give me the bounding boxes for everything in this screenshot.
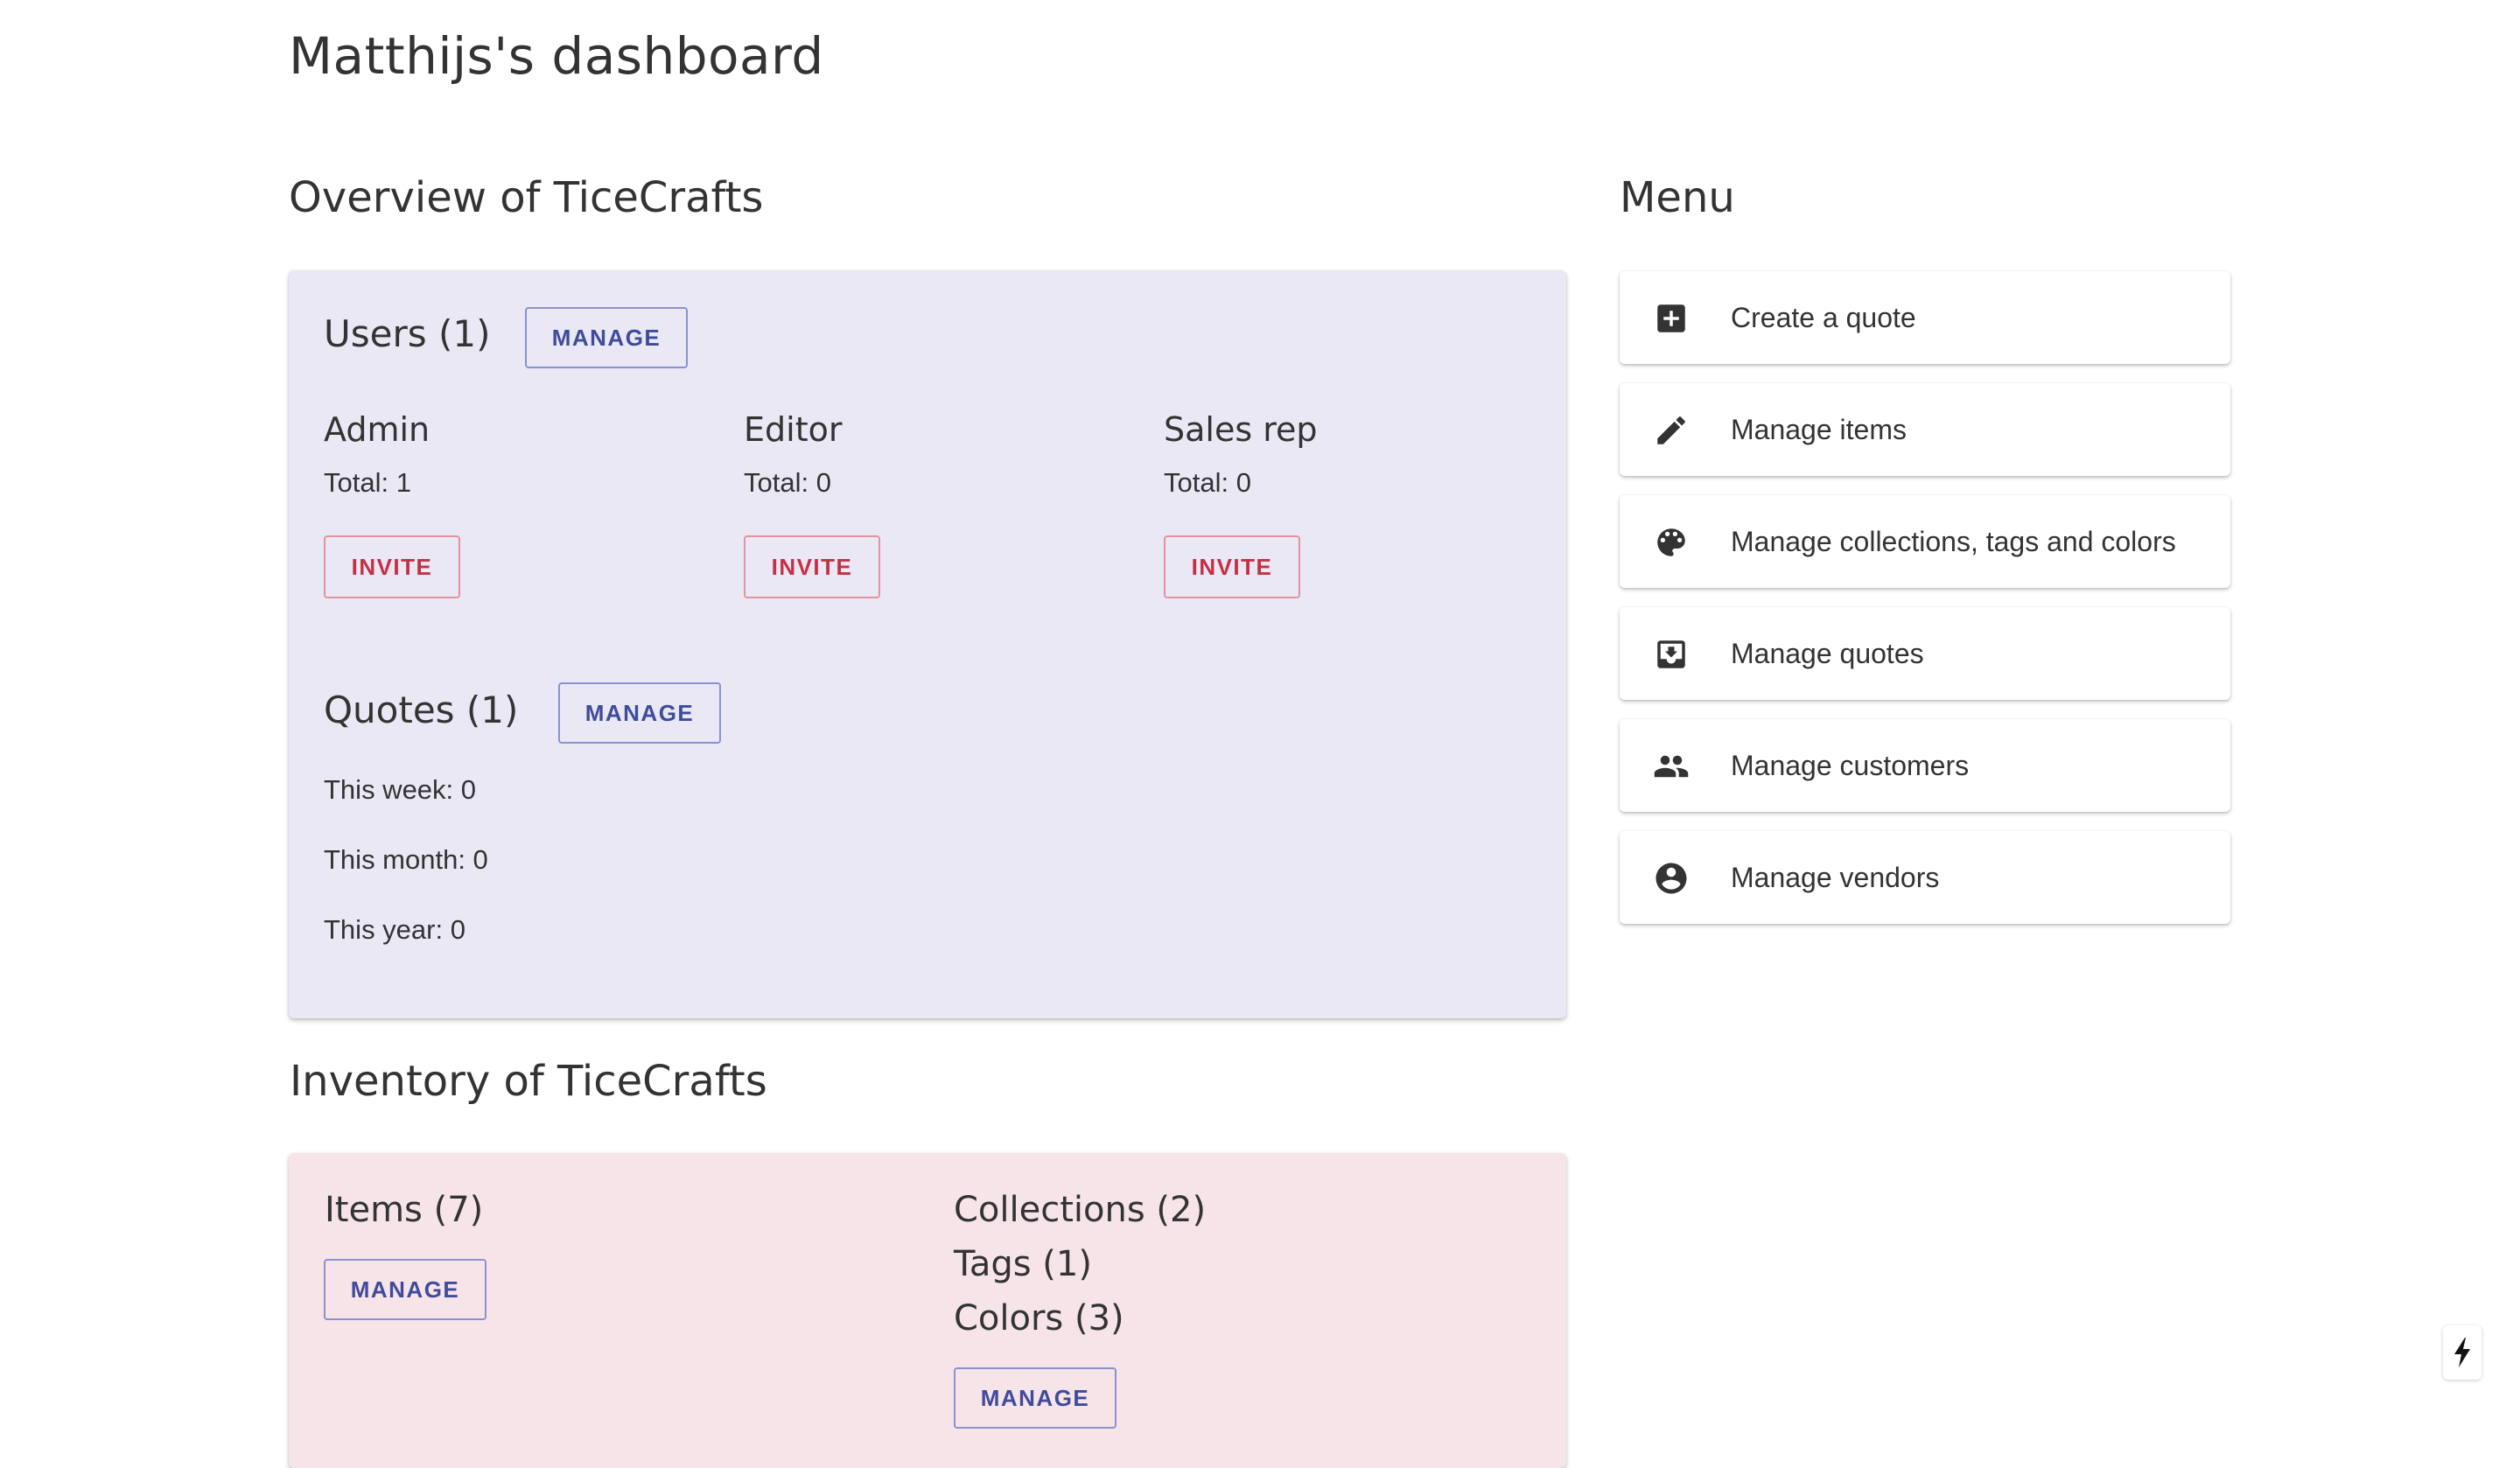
page-title: Matthijs's dashboard: [289, 26, 824, 86]
manage-quotes-button[interactable]: MANAGE: [558, 682, 721, 744]
people-icon: [1654, 755, 1689, 778]
collections-count: Collections (2): [954, 1190, 1207, 1230]
invite-sales-rep-button[interactable]: INVITE: [1164, 535, 1300, 598]
tags-count: Tags (1): [954, 1244, 1092, 1284]
colors-count: Colors (3): [954, 1298, 1124, 1339]
menu-item-label: Manage items: [1731, 414, 1907, 445]
menu-item-manage-vendors[interactable]: Manage vendors: [1620, 831, 2230, 924]
invite-admin-button[interactable]: INVITE: [324, 535, 460, 598]
quotes-this-year: This year: 0: [324, 914, 466, 945]
inbox-tray-icon: [1657, 640, 1685, 668]
menu-item-create-quote[interactable]: Create a quote: [1620, 271, 2230, 364]
role-name-sales-rep: Sales rep: [1164, 410, 1318, 449]
add-box-icon: [1657, 304, 1685, 332]
menu-item-manage-customers[interactable]: Manage customers: [1620, 719, 2230, 812]
overview-title: Overview of TiceCrafts: [289, 173, 764, 222]
role-total-editor: Total: 0: [744, 467, 831, 498]
inventory-title: Inventory of TiceCrafts: [290, 1057, 767, 1106]
manage-items-button[interactable]: MANAGE: [324, 1259, 486, 1320]
manage-taxonomy-button[interactable]: MANAGE: [954, 1367, 1116, 1429]
menu-item-label: Manage customers: [1731, 750, 1970, 781]
menu-item-label: Create a quote: [1731, 302, 1916, 333]
menu-item-label: Manage collections, tags and colors: [1731, 526, 2176, 557]
pencil-icon: [1657, 416, 1685, 444]
invite-editor-button[interactable]: INVITE: [744, 535, 880, 598]
items-title: Items (7): [325, 1190, 484, 1230]
palette-icon: [1657, 528, 1685, 556]
account-circle-icon: [1656, 863, 1687, 894]
quotes-this-week: This week: 0: [324, 774, 477, 805]
menu-item-manage-items[interactable]: Manage items: [1620, 383, 2230, 476]
menu-item-manage-collections[interactable]: Manage collections, tags and colors: [1620, 495, 2230, 588]
overview-card: Users (1) MANAGE Admin Total: 1 INVITE E…: [289, 270, 1566, 1018]
role-total-admin: Total: 1: [324, 467, 411, 498]
menu-title: Menu: [1620, 173, 1735, 222]
role-name-admin: Admin: [324, 410, 430, 449]
manage-users-button[interactable]: MANAGE: [525, 307, 688, 368]
quotes-title: Quotes (1): [324, 689, 519, 731]
inventory-card: Items (7) MANAGE Collections (2) Tags (1…: [289, 1153, 1566, 1468]
lightning-bolt-icon: [2454, 1338, 2470, 1367]
users-title: Users (1): [324, 312, 491, 355]
role-name-editor: Editor: [744, 410, 843, 449]
role-total-sales-rep: Total: 0: [1164, 467, 1251, 498]
menu-item-label: Manage vendors: [1731, 862, 1940, 893]
quotes-this-month: This month: 0: [324, 844, 488, 875]
menu-item-manage-quotes[interactable]: Manage quotes: [1620, 607, 2230, 700]
dev-tools-button[interactable]: [2443, 1325, 2482, 1380]
menu-item-label: Manage quotes: [1731, 638, 1924, 669]
